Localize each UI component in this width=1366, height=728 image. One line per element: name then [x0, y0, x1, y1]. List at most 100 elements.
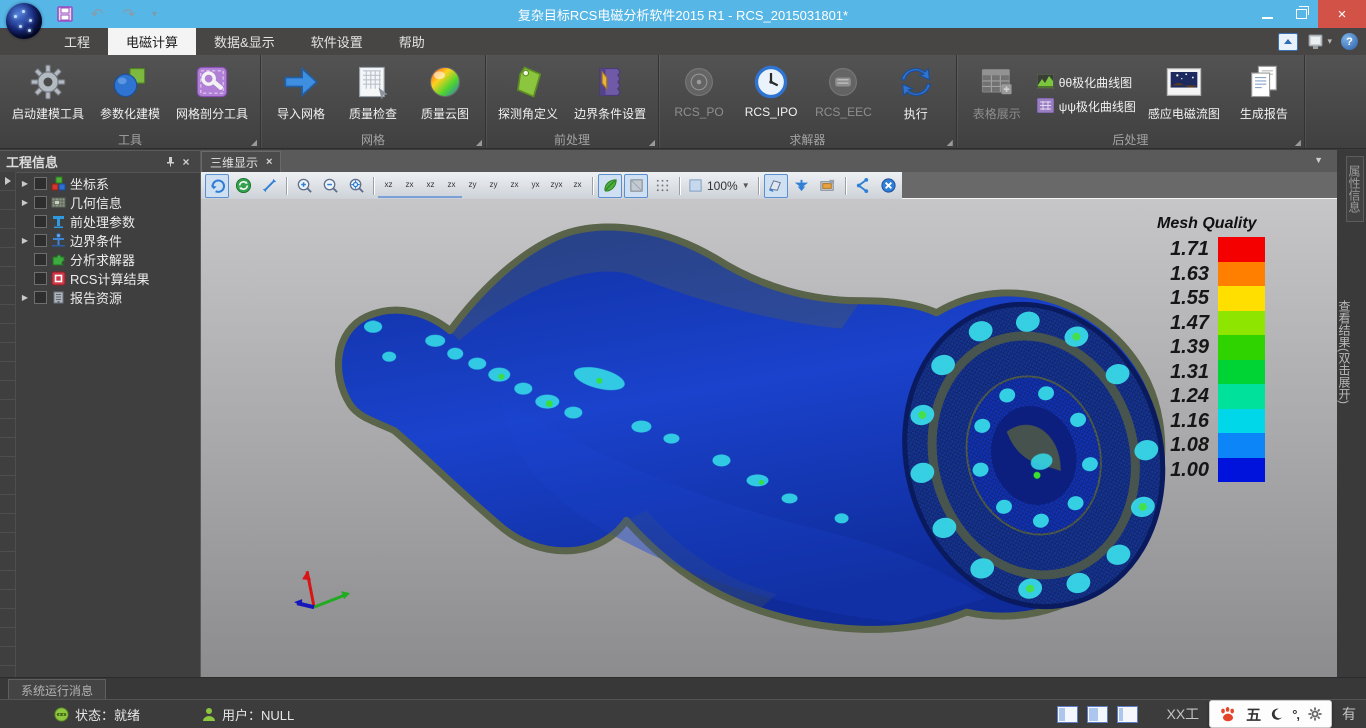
sidebar-item-preprocess-params[interactable]: ▶ 前处理参数 [16, 212, 200, 231]
view-orientation-10[interactable]: zx [567, 174, 588, 198]
capture-view-button[interactable] [816, 174, 840, 198]
view-orientation-8[interactable]: yx [525, 174, 546, 198]
em-flow-button[interactable]: 感应电磁流图 [1140, 58, 1228, 131]
quality-check-button[interactable]: 质量检查 [337, 58, 409, 131]
restore-button[interactable] [1284, 0, 1318, 28]
coordinate-system-icon [51, 176, 66, 191]
view-orientation-6[interactable]: zy [483, 174, 504, 198]
group-launcher-mesh-icon[interactable]: ◢ [476, 138, 482, 147]
smooth-shade-button[interactable] [598, 174, 622, 198]
display-style-button[interactable]: ▾ [1307, 34, 1332, 50]
table-display-button[interactable]: 表格展示 [961, 58, 1033, 131]
menu-tab-project[interactable]: 工程 [46, 28, 108, 55]
tab-list-dropdown-icon[interactable]: ▼ [1314, 155, 1323, 165]
menu-tab-settings[interactable]: 软件设置 [293, 28, 381, 55]
zoom-level-control[interactable]: 100% ▼ [684, 178, 754, 193]
shaded-square-icon [628, 177, 645, 194]
group-label-preprocess: 前处理 [554, 131, 590, 148]
view-orientation-1[interactable]: xz [378, 174, 399, 198]
help-button[interactable]: ? [1341, 33, 1358, 50]
sidebar-item-report-resource[interactable]: ▶ 报告资源 [16, 288, 200, 307]
rotate-view-button[interactable] [205, 174, 229, 198]
save-button[interactable] [56, 5, 74, 23]
flat-shade-button[interactable] [624, 174, 648, 198]
rcs-po-button[interactable]: RCS_PO [663, 58, 735, 131]
menu-tab-em-compute[interactable]: 电磁计算 [108, 28, 196, 55]
zoom-fit-button[interactable] [344, 174, 368, 198]
tree-gutter[interactable] [0, 172, 16, 677]
zoom-out-button[interactable] [318, 174, 342, 198]
ime-wubi-label[interactable]: 五 [1246, 704, 1261, 725]
minimize-button[interactable] [1250, 0, 1284, 28]
view-orientation-3[interactable]: xz [420, 174, 441, 198]
expand-icon[interactable]: ▶ [20, 198, 30, 207]
checkbox[interactable] [34, 215, 47, 228]
sidebar-item-boundary-condition[interactable]: ▶ 边界条件 [16, 231, 200, 250]
redo-button[interactable]: ↷ [120, 5, 138, 23]
psi-plot-button[interactable]: ψψ极化曲线图 [1037, 98, 1136, 116]
group-launcher-postprocess-icon[interactable]: ◢ [1295, 138, 1301, 147]
panel-close-icon[interactable]: × [178, 154, 194, 170]
ime-punct-label[interactable]: °, [1292, 707, 1299, 722]
ime-toolbar[interactable]: 五 °, [1209, 700, 1332, 728]
orbit-button[interactable] [231, 174, 255, 198]
group-launcher-tools-icon[interactable]: ◢ [251, 138, 257, 147]
view-orientation-7[interactable]: zx [504, 174, 525, 198]
group-launcher-preprocess-icon[interactable]: ◢ [649, 138, 655, 147]
sidebar-item-coordinate-system[interactable]: ▶ 坐标系 [16, 174, 200, 193]
parametric-modeling-button[interactable]: 参数化建模 [92, 58, 168, 131]
expand-icon[interactable]: ▶ [20, 179, 30, 188]
tab-system-messages[interactable]: 系统运行消息 [8, 679, 106, 700]
stop-render-button[interactable] [877, 174, 901, 198]
launch-modeling-tool-button[interactable]: 启动建模工具 [4, 58, 92, 131]
checkbox[interactable] [34, 253, 47, 266]
zoom-in-button[interactable] [292, 174, 316, 198]
view-orientation-4[interactable]: zx [441, 174, 462, 198]
tab-view-results[interactable]: 查看结果(双击展开) [1338, 300, 1353, 404]
wireframe-button[interactable] [650, 174, 674, 198]
rcs-eec-button[interactable]: RCS_EEC [807, 58, 880, 131]
close-button[interactable]: × [1318, 0, 1366, 28]
execute-button[interactable]: 执行 [880, 58, 952, 131]
checkbox[interactable] [34, 196, 47, 209]
pan-button[interactable] [257, 174, 281, 198]
collapse-ribbon-button[interactable] [1278, 33, 1298, 51]
mesh-partition-tool-button[interactable]: 网格剖分工具 [168, 58, 256, 131]
flow-trace-button[interactable] [851, 174, 875, 198]
menu-tab-help[interactable]: 帮助 [381, 28, 443, 55]
drop-select-button[interactable] [790, 174, 814, 198]
view-orientation-9[interactable]: zyx [546, 174, 567, 198]
checkbox[interactable] [34, 234, 47, 247]
pin-icon[interactable] [162, 154, 178, 170]
expand-icon[interactable]: ▶ [20, 293, 30, 302]
undo-button[interactable]: ↶ [88, 5, 106, 23]
layout-wide-left-button[interactable] [1087, 706, 1108, 723]
theta-plot-button[interactable]: θθ极化曲线图 [1037, 74, 1136, 92]
boundary-condition-button[interactable]: 边界条件设置 [566, 58, 654, 131]
select-region-button[interactable] [764, 174, 788, 198]
app-logo-icon[interactable] [6, 3, 42, 39]
tab-close-icon[interactable]: × [266, 156, 272, 168]
checkbox[interactable] [34, 291, 47, 304]
sidebar-item-rcs-result[interactable]: ▶ RCS计算结果 [16, 269, 200, 288]
import-mesh-button[interactable]: 导入网格 [265, 58, 337, 131]
layout-thin-left-button[interactable] [1117, 706, 1138, 723]
checkbox[interactable] [34, 272, 47, 285]
quick-access-dropdown[interactable]: ▾ [152, 9, 157, 20]
generate-report-button[interactable]: 生成报告 [1228, 58, 1300, 131]
view-orientation-5[interactable]: zy [462, 174, 483, 198]
group-launcher-solver-icon[interactable]: ◢ [947, 138, 953, 147]
probe-angle-button[interactable]: 探测角定义 [490, 58, 566, 131]
expand-icon[interactable]: ▶ [20, 236, 30, 245]
tab-property-info[interactable]: 属性信息 [1346, 156, 1364, 222]
tab-3d-display[interactable]: 三维显示 × [201, 151, 281, 172]
menu-tab-data-display[interactable]: 数据&显示 [196, 28, 293, 55]
sidebar-item-geometry-info[interactable]: ▶ 几何信息 [16, 193, 200, 212]
layout-left-button[interactable] [1057, 706, 1078, 723]
checkbox[interactable] [34, 177, 47, 190]
view-orientation-2[interactable]: zx [399, 174, 420, 198]
sidebar-item-solver[interactable]: ▶ 分析求解器 [16, 250, 200, 269]
3d-canvas[interactable]: Mesh Quality 1.71 1.63 1.55 1.47 1.39 1.… [201, 199, 1337, 678]
rcs-ipo-button[interactable]: RCS_IPO [735, 58, 807, 131]
quality-cloud-button[interactable]: 质量云图 [409, 58, 481, 131]
